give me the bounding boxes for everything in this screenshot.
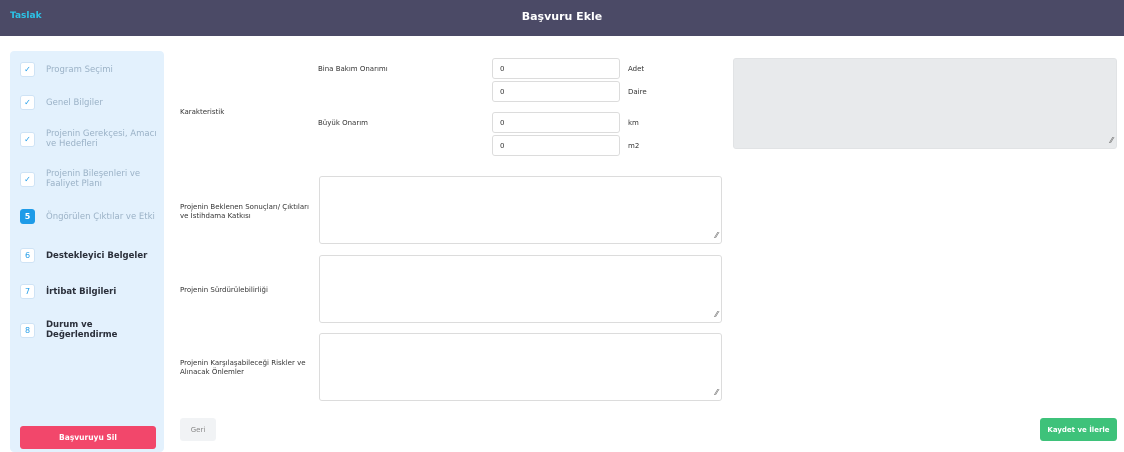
step-label: Program Seçimi: [46, 64, 113, 75]
step-label: Durum ve Değerlendirme: [46, 320, 118, 340]
step-genel-bilgiler[interactable]: ✓ Genel Bilgiler: [20, 95, 160, 110]
buyuk-m2-input[interactable]: [492, 135, 620, 156]
karakteristik-label: Karakteristik: [180, 108, 225, 116]
resize-grip-icon[interactable]: ⁄⁄: [1110, 137, 1113, 145]
bina-daire-input[interactable]: [492, 81, 620, 102]
step-label: Genel Bilgiler: [46, 97, 103, 108]
step-label: Projenin Gerekçesi, Amacı ve Hedefleri: [46, 129, 157, 149]
riskler-label: Projenin Karşılaşabileceği Riskler ve Al…: [180, 359, 306, 376]
buyuk-km-input[interactable]: [492, 112, 620, 133]
step-number-badge: 6: [20, 248, 35, 263]
resize-grip-icon[interactable]: ⁄⁄: [715, 311, 718, 319]
resize-grip-icon[interactable]: ⁄⁄: [715, 232, 718, 240]
step-destekleyici-belgeler[interactable]: 6 Destekleyici Belgeler: [20, 248, 160, 263]
steps-sidebar: ✓ Program Seçimi ✓ Genel Bilgiler ✓ Proj…: [10, 51, 164, 452]
top-bar: Taslak Başvuru Ekle: [0, 0, 1124, 36]
resize-grip-icon[interactable]: ⁄⁄: [715, 389, 718, 397]
buyuk-onarim-label: Büyük Onarım: [318, 119, 368, 127]
step-number-badge: 5: [20, 209, 35, 224]
m2-unit-label: m2: [628, 142, 640, 150]
daire-unit-label: Daire: [628, 88, 647, 96]
adet-unit-label: Adet: [628, 65, 645, 73]
check-icon: ✓: [20, 131, 35, 147]
check-icon: ✓: [20, 62, 35, 77]
step-ciktilar[interactable]: 5 Öngörülen Çıktılar ve Etki: [20, 209, 160, 224]
check-icon: ✓: [20, 171, 35, 187]
save-and-next-button[interactable]: Kaydet ve İlerle: [1040, 418, 1117, 441]
step-label: Öngörülen Çıktılar ve Etki: [46, 211, 155, 222]
bina-bakim-label: Bina Bakım Onarımı: [318, 65, 388, 73]
riskler-textarea[interactable]: ⁄⁄: [319, 333, 722, 401]
page-title: Başvuru Ekle: [521, 10, 603, 23]
sonuclar-textarea[interactable]: ⁄⁄: [319, 176, 722, 244]
step-durum[interactable]: 8 Durum ve Değerlendirme: [20, 320, 160, 340]
step-program-secimi[interactable]: ✓ Program Seçimi: [20, 62, 160, 77]
sonuclar-label: Projenin Beklenen Sonuçları/ Çıktıları v…: [180, 203, 309, 220]
step-label: Destekleyici Belgeler: [46, 250, 148, 261]
back-button[interactable]: Geri: [180, 418, 216, 441]
km-unit-label: km: [628, 119, 639, 127]
step-number-badge: 7: [20, 284, 35, 299]
surdurulebilirlik-label: Projenin Sürdürülebilirliği: [180, 286, 268, 294]
step-label: İrtibat Bilgileri: [46, 286, 117, 297]
notes-textarea[interactable]: ⁄⁄: [733, 58, 1117, 149]
step-number-badge: 8: [20, 322, 35, 338]
step-gerekce[interactable]: ✓ Projenin Gerekçesi, Amacı ve Hedefleri: [20, 129, 160, 149]
bina-adet-input[interactable]: [492, 58, 620, 79]
check-icon: ✓: [20, 95, 35, 110]
surdurulebilirlik-textarea[interactable]: ⁄⁄: [319, 255, 722, 323]
step-irtibat-bilgileri[interactable]: 7 İrtibat Bilgileri: [20, 284, 160, 299]
step-label: Projenin Bileşenleri ve Faaliyet Planı: [46, 169, 141, 189]
delete-application-button[interactable]: Başvuruyu Sil: [20, 426, 156, 449]
step-bilesenler[interactable]: ✓ Projenin Bileşenleri ve Faaliyet Planı: [20, 169, 160, 189]
